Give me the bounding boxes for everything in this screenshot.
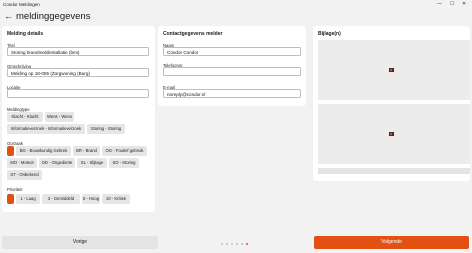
maximize-icon[interactable]: ☐ <box>450 1 454 7</box>
priority-chip-laag[interactable]: 1 - Laag <box>16 194 40 204</box>
cause-chip-mo[interactable]: MO - Moteot <box>7 158 37 168</box>
app-title: Condor Meldingen <box>3 2 40 7</box>
attachments-card: Bijlage(n) <box>313 26 470 181</box>
cause-chip-br[interactable]: BR - Brand <box>73 146 100 156</box>
attachment-image-1[interactable] <box>318 40 470 100</box>
cause-chip-og[interactable]: OG - Foutief gebruik <box>102 146 147 156</box>
page-title: meldinggegevens <box>16 11 91 22</box>
image-placeholder-icon <box>389 68 394 72</box>
priority-chip-kritiek[interactable]: 10 - Kritiek <box>102 194 130 204</box>
contact-card: Contactgegevens melder Naam Condor Condo… <box>158 26 306 106</box>
type-chip-informatieverzoek[interactable]: Informatieverzoek - Informatieverzoek <box>7 124 85 134</box>
back-arrow-icon[interactable]: ← <box>4 11 13 21</box>
cause-selected-indicator[interactable] <box>7 146 14 156</box>
image-placeholder-icon <box>389 132 394 136</box>
page-dot-active <box>246 243 249 246</box>
email-field[interactable]: noreply@condor.nl <box>163 89 301 98</box>
page-dot <box>221 243 224 246</box>
page-dot <box>236 243 239 246</box>
description-field[interactable]: Melding op 18-055 (Zorgwoning (Burg) <box>7 68 149 77</box>
page-dot <box>241 243 244 246</box>
title-field[interactable]: Storing brandmeldinstallatie (bmi) <box>7 47 149 56</box>
cause-chip-so[interactable]: SO - Storing <box>109 158 139 168</box>
priority-selected-indicator[interactable] <box>7 194 14 204</box>
page-header: ← meldinggegevens <box>0 10 472 26</box>
location-field[interactable] <box>7 89 149 98</box>
type-chip-wens[interactable]: Wens - Wens <box>45 112 74 122</box>
name-field[interactable]: Condor Condor <box>163 47 301 56</box>
minimize-icon[interactable]: — <box>437 1 442 7</box>
next-button[interactable]: Volgende <box>314 236 469 249</box>
attachment-scrollbar[interactable] <box>318 168 470 174</box>
cause-chip-bg[interactable]: BG - Bouwkundig Gebrek <box>16 146 71 156</box>
section-title: Contactgegevens melder <box>163 31 223 37</box>
cause-chip-od[interactable]: OD - Ongedierte <box>39 158 75 168</box>
type-chip-klacht[interactable]: Klacht - Klacht <box>7 112 43 122</box>
priority-chip-hoog[interactable]: 5 - Hoog <box>82 194 100 204</box>
section-title: Bijlage(n) <box>318 31 341 37</box>
close-icon[interactable]: ✕ <box>462 1 466 7</box>
attachment-image-2[interactable] <box>318 104 470 164</box>
cause-chip-sl[interactable]: SL - Slijtage <box>77 158 107 168</box>
previous-button[interactable]: Vorige <box>2 236 158 249</box>
type-chip-storing[interactable]: Storing - Storing <box>87 124 125 134</box>
cause-chip-st[interactable]: ST - Onbekend <box>7 170 42 180</box>
priority-chip-gemiddeld[interactable]: 3 - Gemiddeld <box>42 194 80 204</box>
page-dot <box>226 243 229 246</box>
melding-details-card: Melding details Titel Storing brandmeldi… <box>2 26 155 212</box>
page-dot <box>231 243 234 246</box>
section-title: Melding details <box>7 31 44 37</box>
title-bar: Condor Meldingen — ☐ ✕ <box>0 0 472 10</box>
phone-field[interactable] <box>163 67 301 76</box>
priority-label: Prioriteit <box>7 187 23 192</box>
